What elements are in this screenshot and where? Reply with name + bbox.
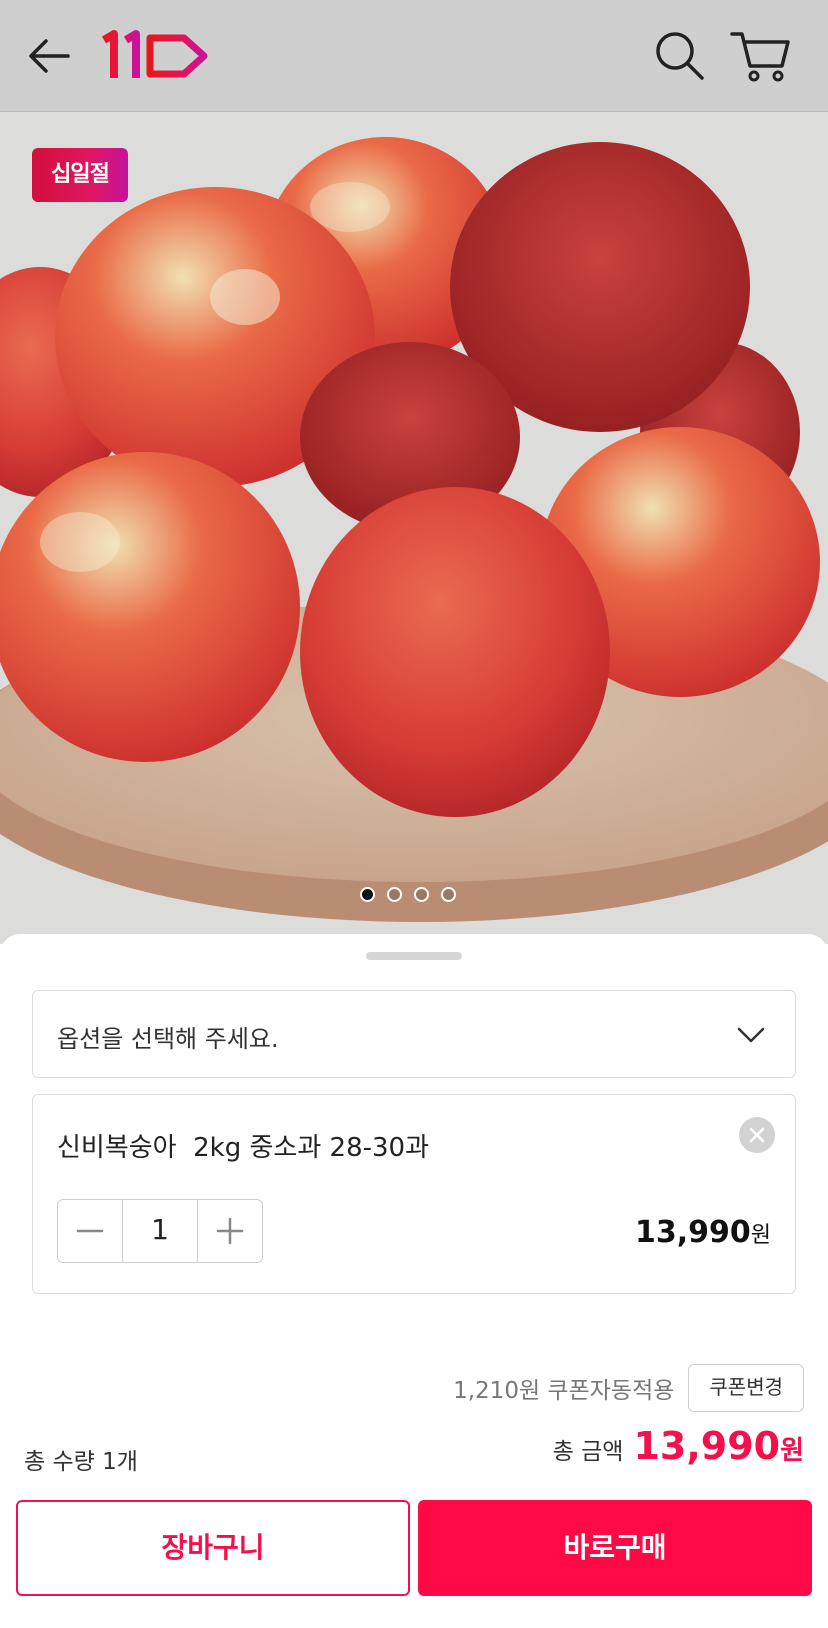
search-icon[interactable] [650,26,710,86]
coupon-info: 1,210원 쿠폰자동적용 [453,1378,675,1404]
option-price-unit: 원 [750,1223,771,1248]
option-price-value: 13,990 [634,1215,751,1250]
chevron-down-icon [733,1017,769,1053]
sheet-drag-handle[interactable] [366,952,462,960]
brand-logo[interactable] [100,26,220,86]
close-icon[interactable] [739,1117,775,1153]
event-badge: 십일절 [32,148,128,202]
decrease-button[interactable] [58,1200,122,1262]
buy-now-button[interactable]: 바로구매 [418,1500,812,1596]
option-name: 신비복숭아 2kg 중소과 28-30과 [57,1133,429,1163]
increase-button[interactable] [198,1200,262,1262]
option-dropdown[interactable]: 옵션을 선택해 주세요. [32,990,796,1078]
top-header [0,0,828,112]
product-image[interactable]: 십일절 [0,112,828,944]
carousel-dot-3[interactable] [414,887,429,902]
coupon-row: 1,210원 쿠폰자동적용 쿠폰변경 [453,1364,804,1412]
total-amount-unit: 원 [780,1436,804,1466]
carousel-dot-4[interactable] [441,887,456,902]
carousel-dot-2[interactable] [387,887,402,902]
back-arrow-icon[interactable] [22,28,78,84]
purchase-sheet: 옵션을 선택해 주세요. 신비복숭아 2kg 중소과 28-30과 1 13,9… [0,934,828,1628]
cart-icon[interactable] [726,26,796,86]
total-amount: 총 금액 13,990 원 [553,1424,804,1468]
change-coupon-button[interactable]: 쿠폰변경 [688,1364,804,1412]
add-to-cart-button[interactable]: 장바구니 [16,1500,410,1596]
carousel-dot-1[interactable] [360,887,375,902]
minus-icon [76,1229,104,1233]
selected-option-card: 신비복숭아 2kg 중소과 28-30과 1 13,990원 [32,1094,796,1294]
total-amount-label: 총 금액 [552,1439,624,1465]
quantity-value[interactable]: 1 [122,1200,198,1262]
plus-icon [216,1217,244,1245]
option-price: 13,990원 [635,1215,771,1250]
carousel-indicator [360,887,456,905]
option-placeholder: 옵션을 선택해 주세요. [57,1025,279,1053]
quantity-stepper: 1 [57,1199,263,1263]
total-amount-value: 13,990 [633,1424,781,1468]
total-quantity: 총 수량 1개 [24,1449,138,1475]
